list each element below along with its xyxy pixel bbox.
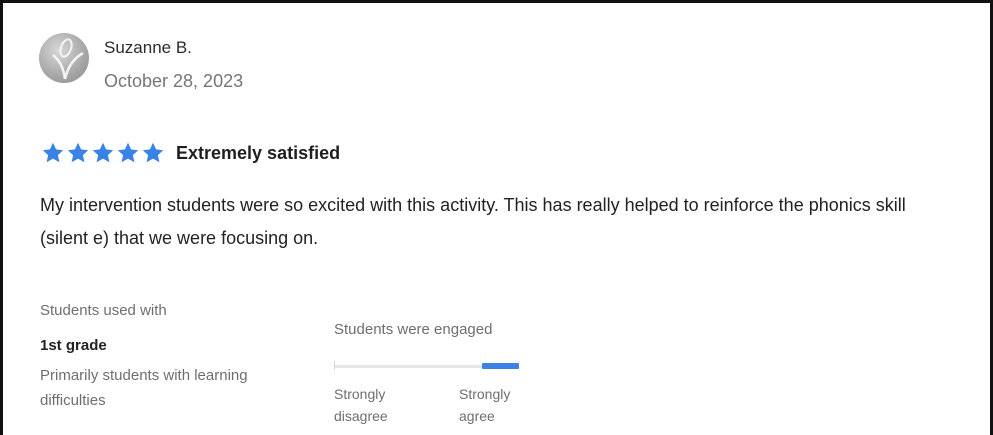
- star-icon: [117, 142, 139, 163]
- star-icon: [42, 142, 64, 163]
- rating-label: Extremely satisfied: [176, 142, 341, 163]
- grade-level: 1st grade: [40, 337, 107, 354]
- star-icon: [67, 142, 89, 163]
- star-icon: [92, 142, 114, 163]
- engagement-label: Students were engaged: [334, 321, 493, 338]
- review-date: October 28, 2023: [104, 71, 244, 91]
- star-icon: [142, 142, 164, 163]
- engagement-scale-fill: [482, 363, 519, 369]
- avatar-logo-icon: [52, 38, 84, 80]
- review-text: My intervention students were so excited…: [40, 195, 906, 248]
- scale-min-label: Strongly disagree: [334, 386, 388, 424]
- star-rating: [41, 141, 166, 165]
- review-card: Suzanne B. October 28, 2023 Extremely sa…: [0, 0, 993, 435]
- scale-max-label: Strongly agree: [459, 386, 511, 424]
- student-type: Primarily students with learning difficu…: [40, 367, 248, 409]
- reviewer-name: Suzanne B.: [104, 38, 192, 57]
- students-used-with-label: Students used with: [40, 302, 167, 319]
- avatar: [39, 33, 89, 83]
- engagement-scale-start-tick: [334, 361, 335, 370]
- rating-row: Extremely satisfied: [41, 141, 340, 165]
